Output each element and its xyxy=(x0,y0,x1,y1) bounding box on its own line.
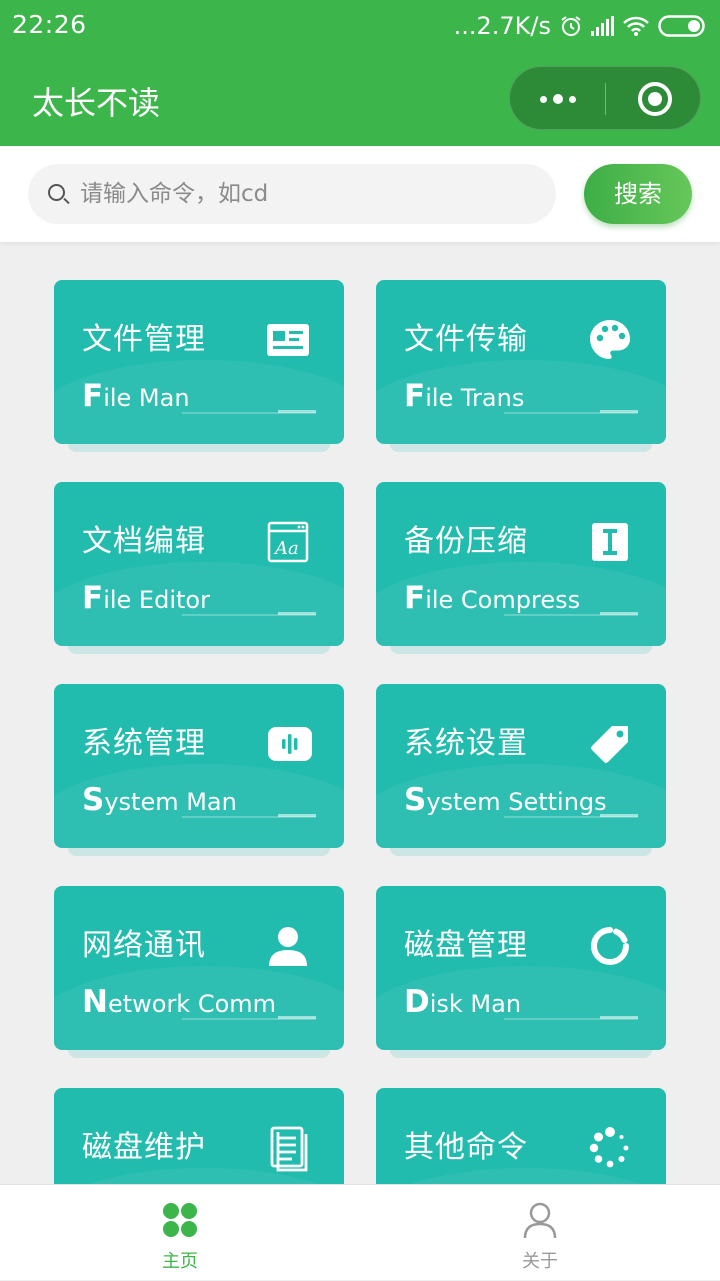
home-grid-icon xyxy=(163,1203,197,1237)
network-speed: ...2.7K/s xyxy=(453,12,551,40)
waveform-icon xyxy=(268,727,312,761)
page-title: 太长不读 xyxy=(32,84,161,122)
person-icon xyxy=(523,1202,557,1239)
card-underline-accent xyxy=(278,410,316,413)
card-title: 文件管理 xyxy=(82,322,206,357)
id-card-icon xyxy=(267,324,309,356)
mini-program-capsule xyxy=(509,66,701,130)
tab-bar: 主页 关于 xyxy=(0,1184,720,1280)
font-window-icon: Aa xyxy=(267,521,309,563)
card-underline-accent xyxy=(278,612,316,615)
search-button[interactable]: 搜索 xyxy=(584,164,692,224)
search-icon xyxy=(48,184,65,201)
card-subtitle: File Compress xyxy=(404,580,581,616)
card-subtitle: File Man xyxy=(82,378,190,414)
card-underline-accent xyxy=(600,1016,638,1019)
card-title: 备份压缩 xyxy=(404,524,528,559)
signal-icon xyxy=(591,16,614,36)
card-title: 系统管理 xyxy=(82,726,206,761)
alarm-icon xyxy=(561,16,581,36)
status-bar: 22:26 ...2.7K/s xyxy=(0,0,720,52)
capsule-divider xyxy=(605,83,606,115)
palette-icon xyxy=(590,320,630,359)
card-subtitle: File Trans xyxy=(404,378,525,414)
card-title: 文件传输 xyxy=(404,322,528,357)
battery-icon xyxy=(658,15,705,37)
card-network-comm[interactable]: 网络通讯 Network Comm xyxy=(54,886,344,1050)
card-title: 文档编辑 xyxy=(82,524,206,559)
card-title: 磁盘维护 xyxy=(82,1130,206,1165)
search-box[interactable] xyxy=(28,164,556,224)
svg-text:Aa: Aa xyxy=(273,538,299,559)
card-title: 系统设置 xyxy=(404,726,528,761)
card-disk-maintenance[interactable]: 磁盘维护 xyxy=(54,1088,344,1184)
card-underline-accent xyxy=(278,1016,316,1019)
card-file-compress[interactable]: 备份压缩 File Compress xyxy=(376,482,666,646)
document-icon xyxy=(270,1126,308,1172)
wifi-icon xyxy=(623,16,649,36)
card-other-commands[interactable]: 其他命令 xyxy=(376,1088,666,1184)
card-underline-accent xyxy=(600,814,638,817)
text-cursor-icon xyxy=(592,523,628,561)
card-subtitle: System Settings xyxy=(404,782,607,818)
tab-label-home: 主页 xyxy=(162,1251,198,1272)
status-icons: ...2.7K/s xyxy=(454,10,706,42)
user-icon xyxy=(269,927,307,966)
card-title: 网络通讯 xyxy=(82,928,206,963)
loading-ring-icon xyxy=(591,927,629,965)
card-file-trans[interactable]: 文件传输 File Trans xyxy=(376,280,666,444)
card-title: 其他命令 xyxy=(404,1130,528,1165)
tab-about[interactable]: 关于 xyxy=(360,1185,720,1281)
more-icon[interactable] xyxy=(510,67,606,131)
card-subtitle: System Man xyxy=(82,782,237,818)
card-subtitle: File Editor xyxy=(82,580,210,616)
status-time: 22:26 xyxy=(12,10,87,39)
card-system-man[interactable]: 系统管理 System Man xyxy=(54,684,344,848)
card-file-editor[interactable]: 文档编辑 Aa File Editor xyxy=(54,482,344,646)
card-subtitle: Network Comm xyxy=(82,984,277,1020)
command-grid: 文件管理 File Man 文件传输 File Trans 文档编辑 Aa Fi… xyxy=(0,242,720,1184)
close-target-icon[interactable] xyxy=(638,82,672,116)
search-area: 搜索 xyxy=(0,146,720,242)
tab-label-about: 关于 xyxy=(522,1251,558,1272)
card-underline-accent xyxy=(600,612,638,615)
card-system-settings[interactable]: 系统设置 System Settings xyxy=(376,684,666,848)
tag-icon xyxy=(591,726,628,763)
card-underline-accent xyxy=(278,814,316,817)
card-underline-accent xyxy=(600,410,638,413)
spinner-dots-icon xyxy=(589,1127,629,1168)
card-file-man[interactable]: 文件管理 File Man xyxy=(54,280,344,444)
search-input[interactable] xyxy=(80,164,540,224)
tab-home[interactable]: 主页 xyxy=(0,1185,360,1281)
card-subtitle: Disk Man xyxy=(404,984,522,1020)
card-title: 磁盘管理 xyxy=(404,928,528,963)
nav-bar: 太长不读 xyxy=(0,52,720,146)
card-disk-man[interactable]: 磁盘管理 Disk Man xyxy=(376,886,666,1050)
